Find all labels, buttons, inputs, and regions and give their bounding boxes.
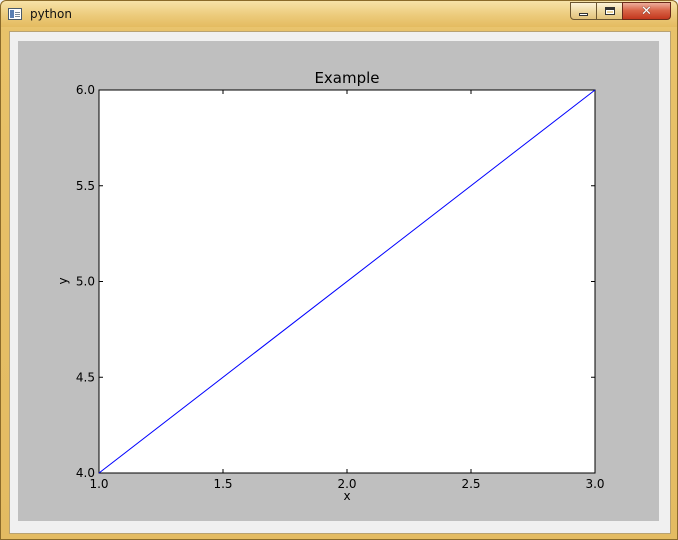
minimize-icon [579, 12, 588, 16]
x-axis-label: x [343, 489, 350, 503]
minimize-button[interactable] [570, 2, 597, 20]
close-icon: ✕ [641, 3, 652, 19]
y-tick-label-2: 5.0 [76, 275, 95, 289]
maximize-button[interactable] [596, 2, 623, 20]
y-tick-label-4: 6.0 [76, 83, 95, 97]
y-tick-label-0: 4.0 [76, 466, 95, 480]
y-axis-label: y [56, 277, 70, 284]
x-tick-label-1: 1.5 [213, 477, 232, 491]
maximize-icon [604, 7, 615, 15]
chart-title: Example [314, 69, 379, 87]
title-bar[interactable]: python ✕ [1, 1, 677, 27]
y-tick-label-1: 4.5 [76, 370, 95, 384]
python-app-icon[interactable] [8, 8, 22, 20]
close-button[interactable]: ✕ [622, 2, 671, 20]
y-tick-label-3: 5.5 [76, 179, 95, 193]
figure-canvas[interactable]: 1.0 1.5 2.0 2.5 3.0 4.0 4.5 5.0 5.5 6.0 Example x… [18, 41, 659, 521]
window-title: python [30, 7, 72, 21]
x-tick-label-4: 3.0 [585, 477, 604, 491]
line-chart: 1.0 1.5 2.0 2.5 3.04.04.55.05.56.0 Example x… [56, 69, 605, 503]
x-tick-label-3: 2.5 [461, 477, 480, 491]
